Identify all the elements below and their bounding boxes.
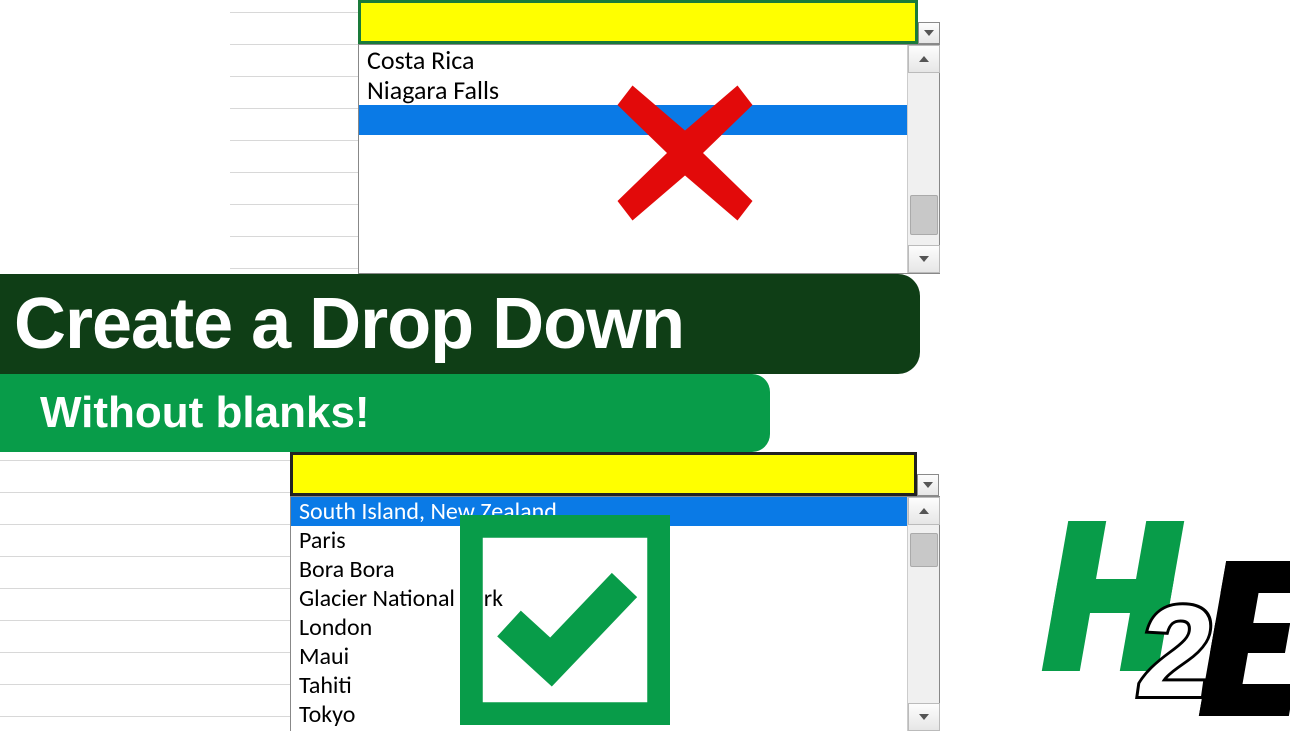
scrollbar[interactable] — [907, 497, 939, 731]
dropdown-button-bottom[interactable] — [917, 474, 939, 496]
scroll-up-button[interactable] — [908, 497, 940, 525]
scrollbar[interactable] — [907, 45, 939, 273]
title-sub-text: Without blanks! — [40, 388, 370, 438]
scroll-thumb[interactable] — [910, 533, 938, 567]
dropdown-button-top[interactable] — [918, 22, 940, 44]
title-sub-banner: Without blanks! — [0, 374, 770, 452]
red-x-icon — [600, 78, 770, 228]
scroll-thumb[interactable] — [910, 195, 938, 235]
selected-cell-top[interactable] — [358, 0, 918, 44]
scroll-up-button[interactable] — [908, 45, 940, 73]
h2e-logo: 2 — [1030, 511, 1290, 721]
title-main-banner: Create a Drop Down — [0, 274, 920, 374]
list-item[interactable]: Costa Rica — [359, 45, 907, 75]
selected-cell-bottom[interactable] — [290, 452, 917, 496]
green-check-icon — [460, 515, 670, 725]
scroll-down-button[interactable] — [908, 703, 940, 731]
scroll-down-button[interactable] — [908, 245, 940, 273]
title-main-text: Create a Drop Down — [14, 283, 684, 365]
